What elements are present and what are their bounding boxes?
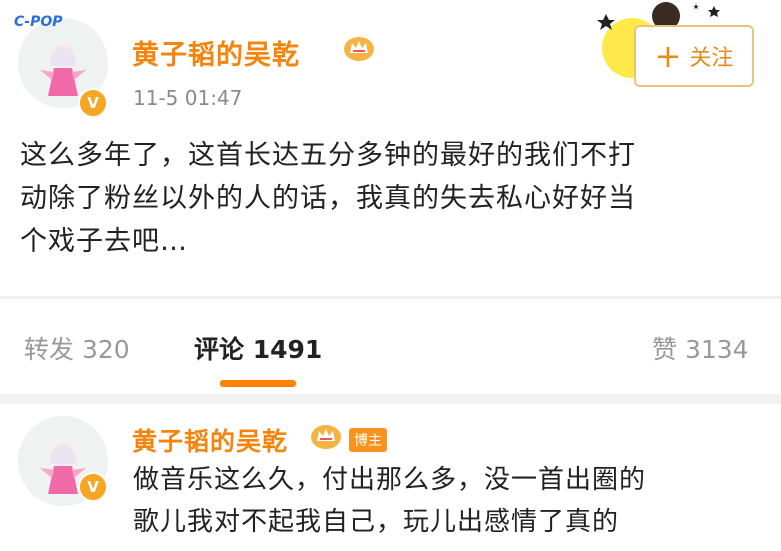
comment-text-line: 歌儿我对不起我自己，玩儿出感情了真的 [133,507,620,537]
verified-badge-icon: V [78,472,108,502]
post-text-line: 动除了粉丝以外的人的话，我真的失去私心好好当 [20,183,636,214]
comment-username[interactable]: 黄子韬的吴乾 [132,422,288,458]
tabs-divider [0,394,781,404]
crown-icon [343,34,375,62]
follow-label: 关注 [689,46,734,71]
verified-badge-icon: V [78,88,108,118]
crown-icon [310,422,342,450]
comment-text: 做音乐这么久，付出那么多，没一首出圈的 歌儿我对不起我自己，玩儿出感情了真的 [133,459,773,543]
post-text-line: 个戏子去吧… [20,226,188,257]
follow-button[interactable]: + 关注 [634,25,754,87]
comment-text-line: 做音乐这么久，付出那么多，没一首出圈的 [133,465,647,495]
post-text-line: 这么多年了，这首长达五分多钟的最好的我们不打 [20,140,636,171]
post-text: 这么多年了，这首长达五分多钟的最好的我们不打 动除了粉丝以外的人的话，我真的失去… [20,134,770,263]
tab-likes[interactable]: 赞 3134 [652,330,749,366]
post-time: 11-5 01:47 [133,86,243,110]
post-username[interactable]: 黄子韬的吴乾 [132,33,300,72]
tab-repost[interactable]: 转发 320 [24,330,130,366]
section-divider [0,296,781,299]
plus-icon: + [654,37,682,75]
tab-comments[interactable]: 评论 1491 [194,330,322,366]
avatar-cpop-tag: C-POP [14,14,63,30]
active-tab-indicator [220,380,296,387]
author-badge: 博主 [349,428,387,452]
